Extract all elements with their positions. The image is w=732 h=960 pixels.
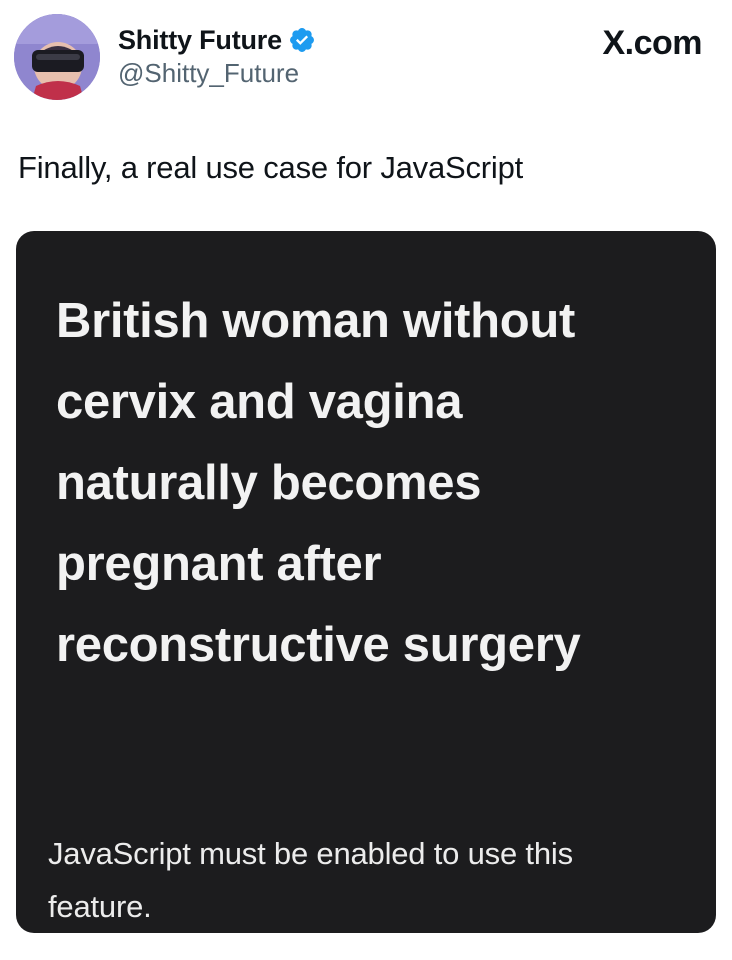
author-display-name[interactable]: Shitty Future (118, 25, 282, 56)
verified-badge-icon (289, 28, 314, 52)
notice-line: feature. (48, 889, 152, 924)
headline-line: reconstructive surgery (56, 618, 581, 672)
author-name-row: Shitty Future (118, 22, 316, 58)
headline-line: pregnant after (56, 537, 382, 591)
headline-line: British woman without (56, 294, 576, 348)
brand-label: X.com (602, 24, 702, 62)
notice-line: JavaScript must be enabled to use this (48, 836, 573, 871)
headline-line: cervix and vagina (56, 375, 463, 429)
vr-headset-avatar-icon (14, 14, 100, 100)
headline-line: naturally becomes (56, 456, 482, 510)
media-headline: British woman without cervix and vagina … (56, 281, 696, 686)
tweet-media-image[interactable]: British woman without cervix and vagina … (16, 231, 716, 933)
tweet-text: Finally, a real use case for JavaScript (18, 150, 524, 185)
author-handle[interactable]: @Shitty_Future (118, 58, 299, 89)
javascript-notice: JavaScript must be enabled to use this f… (48, 827, 648, 933)
avatar[interactable] (14, 14, 100, 100)
